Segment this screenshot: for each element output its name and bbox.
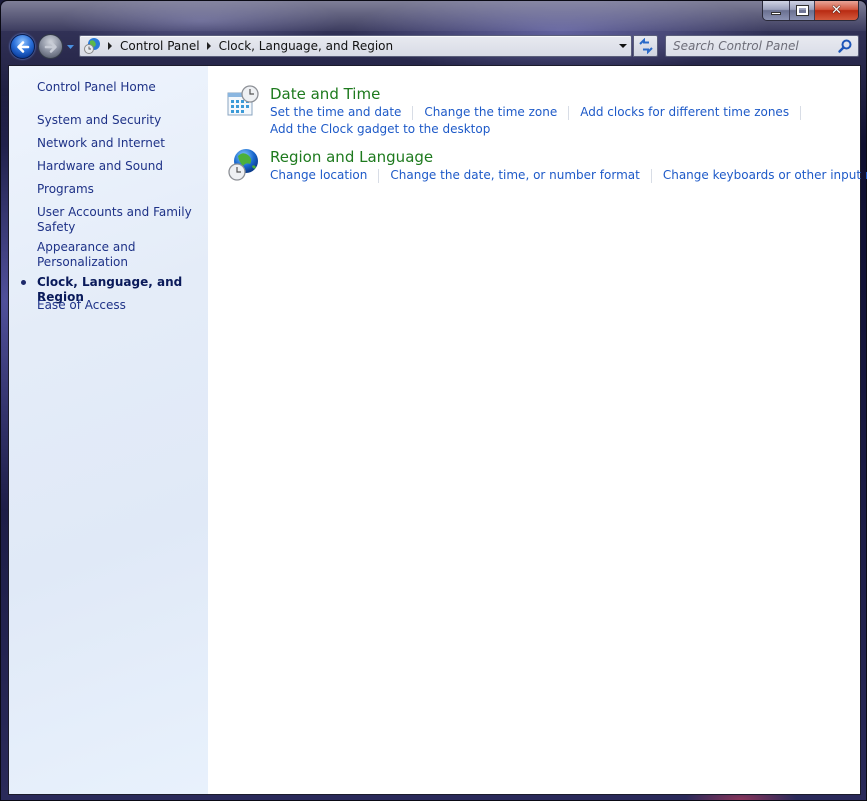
back-button[interactable] [10,34,35,59]
caption-buttons: ✕ [762,1,859,21]
sidebar-item-system-and-security[interactable]: System and Security [37,113,202,128]
task-link-set-the-time-and-date[interactable]: Set the time and date [270,105,401,120]
sidebar-control-panel-home[interactable]: Control Panel Home [37,80,202,95]
search-input[interactable] [666,36,837,56]
arrow-left-icon [16,40,29,53]
sidebar-item-appearance-and-personalization[interactable]: Appearance and Personalization [37,240,202,270]
forward-button[interactable] [38,34,63,59]
task-line: Set the time and date Change the time zon… [270,105,812,120]
refresh-button[interactable] [633,35,658,57]
maximize-button[interactable] [789,1,814,20]
calendar-clock-icon [227,85,259,116]
breadcrumb-separator[interactable] [108,42,112,50]
address-bar[interactable]: Control Panel Clock, Language, and Regio… [79,35,632,57]
breadcrumb-separator[interactable] [206,42,211,50]
task-separator [800,105,802,120]
globe-clock-icon [228,149,258,181]
maximize-icon [795,5,809,16]
search-icon[interactable] [837,38,853,54]
client-area: Control Panel Home System and Security Ne… [8,65,867,795]
active-bullet [21,280,26,285]
refresh-icon [638,38,653,54]
category-title-region-and-language[interactable]: Region and Language [270,148,433,167]
chevron-down-icon [618,44,627,48]
arrow-right-icon [44,40,57,53]
task-line: Change location Change the date, time, or… [270,168,867,183]
close-button[interactable]: ✕ [814,1,858,20]
breadcrumb-clock-language-region[interactable]: Clock, Language, and Region [219,39,394,53]
main-content: Date and Time Set the time and date Change… [208,66,867,794]
category-title-date-and-time[interactable]: Date and Time [270,85,380,104]
task-link-add-clocks-for-different-time-zones[interactable]: Add clocks for different time zones [580,105,789,120]
sidebar-item-ease-of-access[interactable]: Ease of Access [37,298,202,313]
minimize-button[interactable] [763,1,789,20]
task-link-change-keyboards-or-other-input-methods[interactable]: Change keyboards or other input methods [663,168,867,183]
address-history-dropdown[interactable] [613,36,631,56]
task-link-add-the-clock-gadget-to-the-desktop[interactable]: Add the Clock gadget to the desktop [270,122,490,137]
recent-pages-dropdown[interactable] [66,42,75,51]
task-link-change-the-date-time-or-number-format[interactable]: Change the date, time, or number format [390,168,639,183]
sidebar-item-network-and-internet[interactable]: Network and Internet [37,136,202,151]
close-icon: ✕ [831,3,842,18]
sidebar-item-user-accounts-and-family-safety[interactable]: User Accounts and Family Safety [37,205,202,235]
task-line: Add the Clock gadget to the desktop [270,122,490,137]
task-link-change-location[interactable]: Change location [270,168,367,183]
sidebar-item-programs[interactable]: Programs [37,182,202,197]
breadcrumb-control-panel[interactable]: Control Panel [120,39,200,53]
control-panel-window: ✕ Control Panel Clock, Language, and Reg… [0,0,867,801]
control-panel-globe-icon [84,38,100,54]
task-separator [568,105,570,120]
search-box [665,35,859,57]
sidebar-item-hardware-and-sound[interactable]: Hardware and Sound [37,159,202,174]
task-separator [650,168,652,183]
task-separator [378,168,380,183]
task-link-change-the-time-zone[interactable]: Change the time zone [424,105,557,120]
minimize-icon [771,12,781,15]
sidebar: Control Panel Home System and Security Ne… [9,66,208,794]
task-separator [412,105,414,120]
